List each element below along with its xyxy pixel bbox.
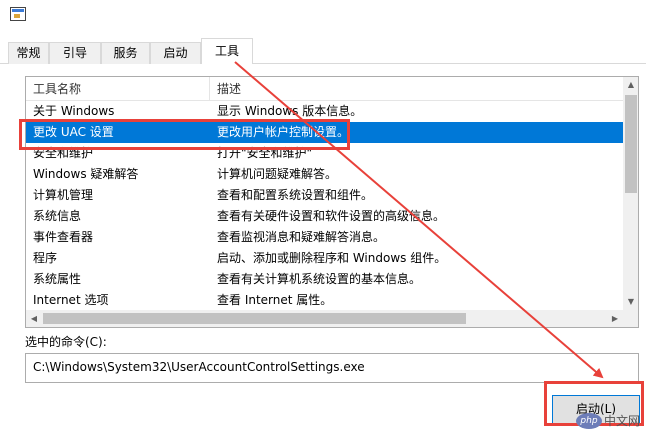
tool-description: 显示 Windows 版本信息。	[217, 104, 363, 118]
tool-description: 计算机问题疑难解答。	[217, 167, 338, 181]
tool-name: 更改 UAC 设置	[33, 125, 114, 139]
tools-list[interactable]: 工具名称 描述 关于 Windows 显示 Windows 版本信息。更改 UAC…	[25, 76, 639, 328]
tool-row[interactable]: 系统信息 查看有关硬件设置和软件设置的高级信息。	[26, 206, 623, 227]
tool-description: 查看和配置系统设置和组件。	[217, 188, 374, 202]
tab-general[interactable]: 常规	[8, 42, 49, 64]
tool-row[interactable]: 事件查看器 查看监视消息和疑难解答消息。	[26, 227, 623, 248]
scroll-right-icon[interactable]: ▶	[607, 310, 623, 327]
tool-row[interactable]: 更改 UAC 设置 更改用户帐户控制设置。	[26, 122, 623, 143]
tool-description: 查看 Internet 属性。	[217, 293, 333, 307]
tool-row[interactable]: 关于 Windows 显示 Windows 版本信息。	[26, 101, 623, 122]
tab-boot[interactable]: 引导	[49, 42, 101, 64]
tool-description: 更改用户帐户控制设置。	[217, 125, 350, 139]
tool-description: 查看有关硬件设置和软件设置的高级信息。	[217, 209, 446, 223]
tool-name: 计算机管理	[33, 188, 94, 202]
tool-row[interactable]: 计算机管理 查看和配置系统设置和组件。	[26, 185, 623, 206]
tool-row[interactable]: Internet 选项 查看 Internet 属性。	[26, 290, 623, 311]
selected-command-field[interactable]: C:\Windows\System32\UserAccountControlSe…	[25, 353, 639, 383]
msconfig-app-icon	[10, 7, 26, 21]
tool-name: 程序	[33, 251, 58, 265]
selected-command-label: 选中的命令(C):	[25, 335, 107, 349]
tab-strip: 常规 引导 服务 启动 工具	[0, 38, 646, 65]
scrollbar-corner	[623, 310, 638, 327]
tools-list-rows: 关于 Windows 显示 Windows 版本信息。更改 UAC 设置 更改用户帐…	[26, 101, 623, 311]
tool-name: 系统信息	[33, 209, 82, 223]
tool-description: 打开"安全和维护"	[217, 146, 313, 160]
vertical-scrollbar[interactable]: ▲ ▼	[623, 77, 638, 310]
scroll-down-icon[interactable]: ▼	[623, 294, 638, 310]
site-watermark: php 中文网	[576, 410, 644, 432]
tool-name: Windows 疑难解答	[33, 167, 139, 181]
tool-name: 系统属性	[33, 272, 82, 286]
column-header-tool-name[interactable]: 工具名称	[26, 77, 210, 101]
tab-startup[interactable]: 启动	[150, 42, 201, 64]
tool-name: 安全和维护	[33, 146, 94, 160]
tool-name: 关于 Windows	[33, 104, 115, 118]
tool-row[interactable]: 程序 启动、添加或删除程序和 Windows 组件。	[26, 248, 623, 269]
tool-description: 查看有关计算机系统设置的基本信息。	[217, 272, 422, 286]
column-header-description[interactable]: 描述	[210, 77, 623, 101]
tab-services[interactable]: 服务	[101, 42, 150, 64]
horizontal-scrollbar[interactable]: ◀ ▶	[26, 310, 623, 327]
watermark-text: 中文网	[604, 414, 641, 428]
horizontal-scroll-thumb[interactable]	[43, 313, 466, 324]
tool-row[interactable]: 系统属性 查看有关计算机系统设置的基本信息。	[26, 269, 623, 290]
watermark-logo-badge: php	[576, 413, 602, 429]
scroll-up-icon[interactable]: ▲	[623, 77, 638, 93]
scroll-left-icon[interactable]: ◀	[26, 310, 42, 327]
tool-description: 启动、添加或删除程序和 Windows 组件。	[217, 251, 447, 265]
title-bar	[0, 0, 646, 34]
tool-row[interactable]: Windows 疑难解答 计算机问题疑难解答。	[26, 164, 623, 185]
tab-tools[interactable]: 工具	[201, 38, 253, 65]
tool-name: Internet 选项	[33, 293, 109, 307]
tool-row[interactable]: 安全和维护 打开"安全和维护"	[26, 143, 623, 164]
tool-name: 事件查看器	[33, 230, 94, 244]
vertical-scroll-thumb[interactable]	[625, 95, 637, 193]
tool-description: 查看监视消息和疑难解答消息。	[217, 230, 386, 244]
tools-list-header: 工具名称 描述	[26, 77, 623, 101]
